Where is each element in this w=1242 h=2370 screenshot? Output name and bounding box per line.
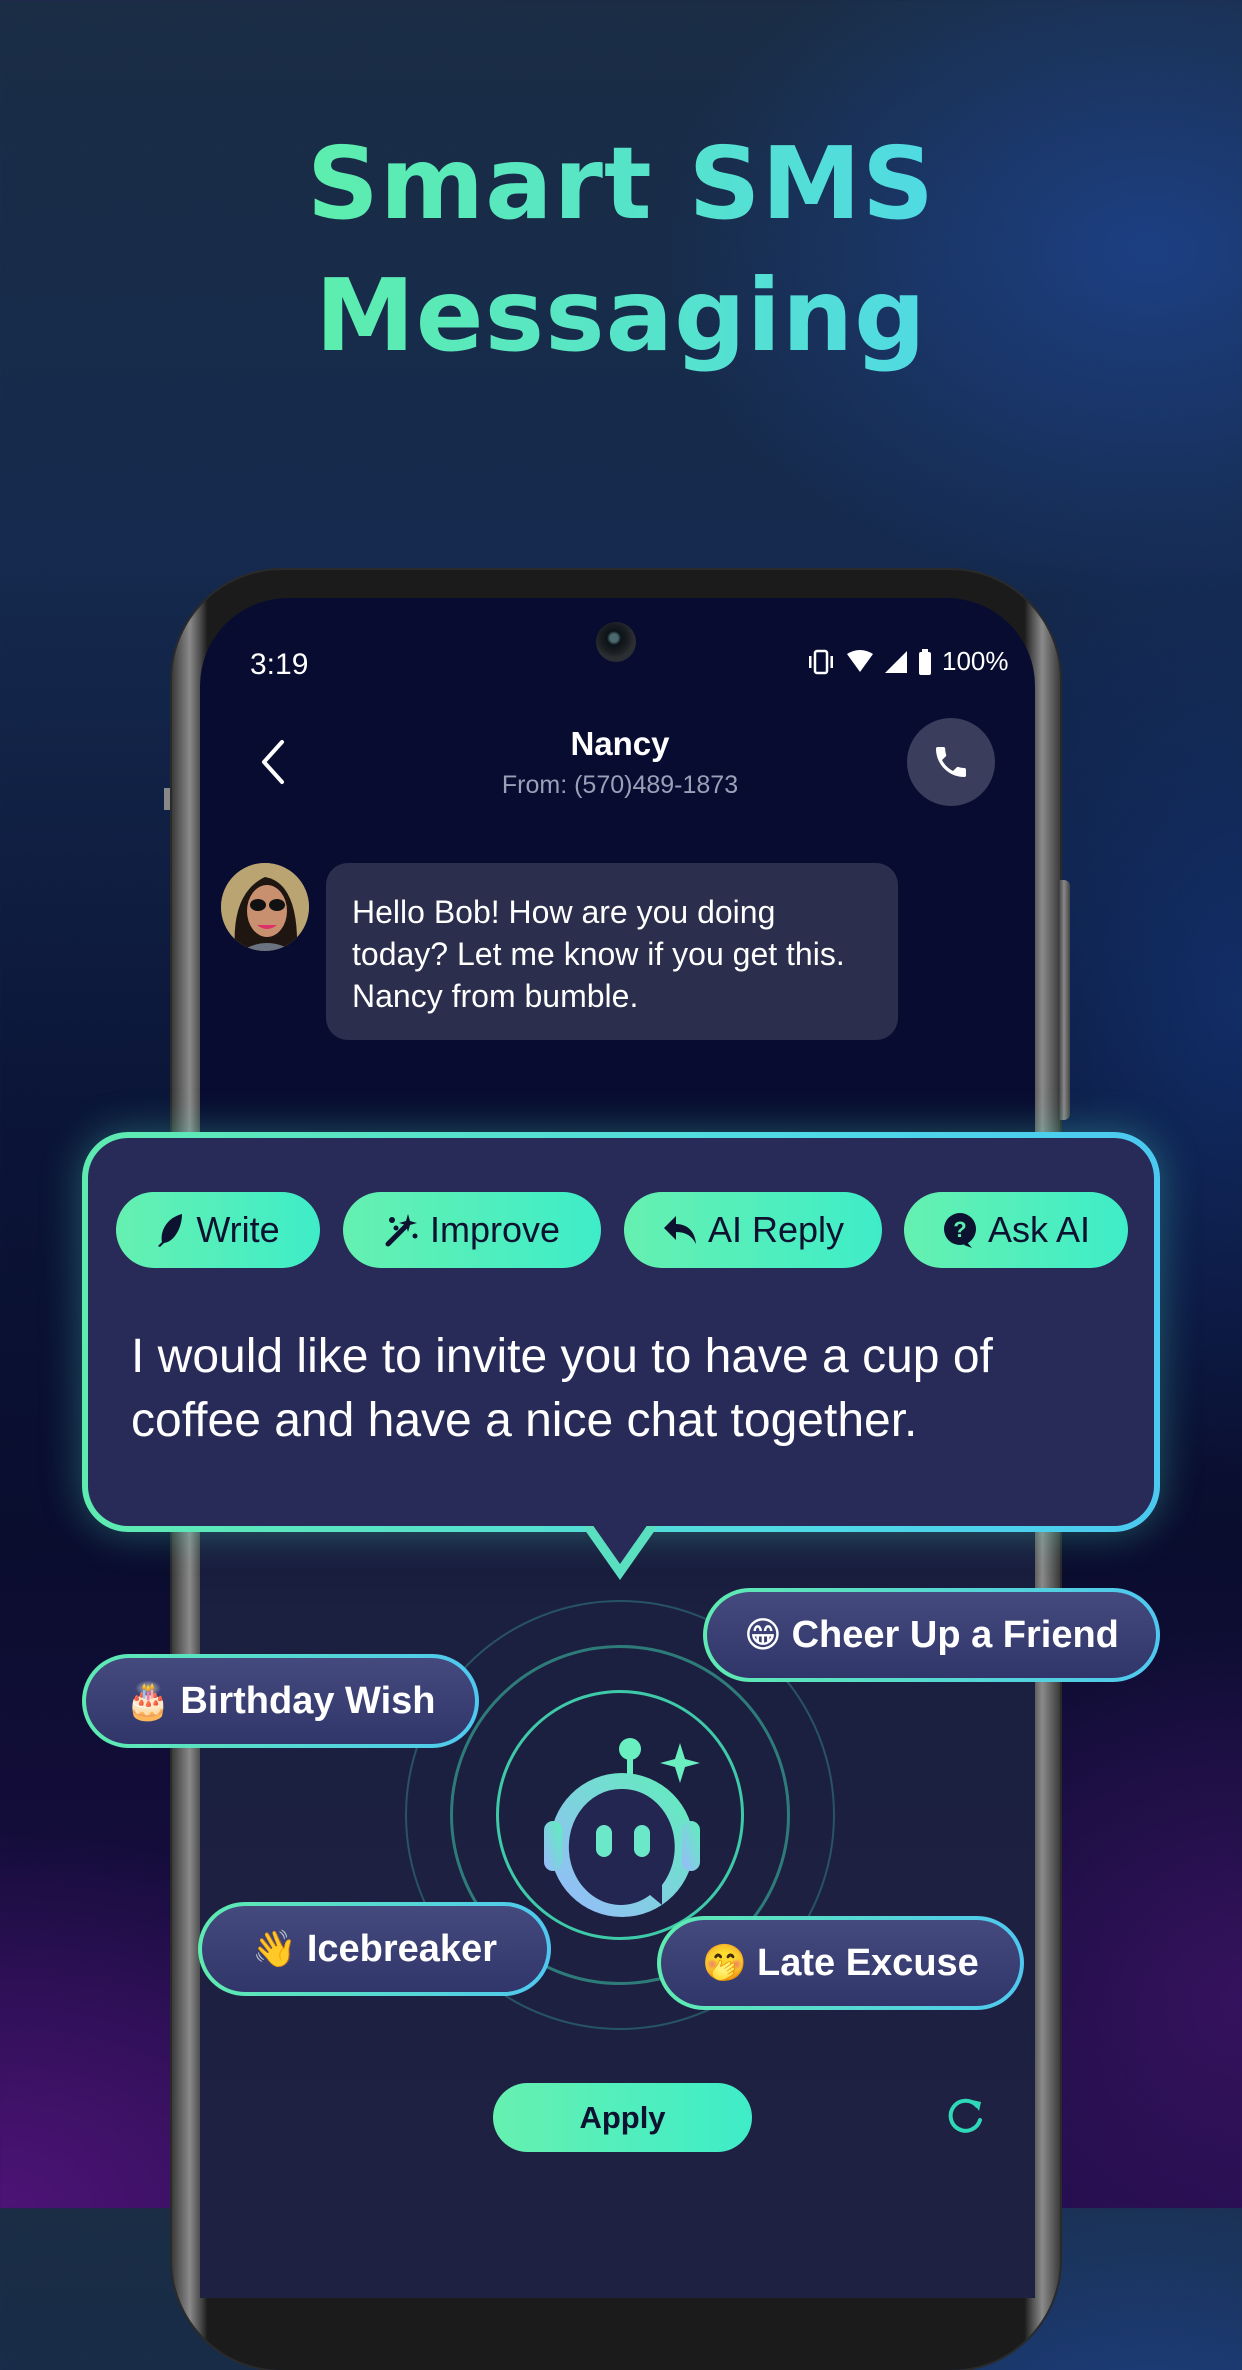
action-improve-button[interactable]: Improve: [343, 1192, 601, 1268]
incoming-message-bubble: Hello Bob! How are you doing today? Let …: [326, 863, 898, 1040]
battery-percent: 100%: [942, 646, 1009, 676]
signal-icon: [885, 650, 907, 673]
ai-robot-icon: [544, 1738, 700, 1917]
question-bubble-icon: ?: [943, 1213, 976, 1248]
panel-tail-inner: [592, 1524, 648, 1564]
suggestion-late-excuse[interactable]: 🤭 Late Excuse: [657, 1916, 1024, 2010]
suggestion-label: Cheer Up a Friend: [791, 1613, 1119, 1656]
headline-line-1: Smart SMS: [0, 118, 1242, 250]
action-label: Write: [196, 1209, 280, 1250]
battery-icon: [919, 648, 931, 675]
contact-avatar: [221, 863, 309, 951]
apply-button[interactable]: Apply: [493, 2083, 752, 2152]
refresh-icon[interactable]: [944, 2096, 988, 2140]
svg-text:?: ?: [953, 1217, 966, 1242]
waving-hand-icon: 👋: [252, 1929, 297, 1970]
vibrate-icon: [809, 649, 833, 674]
suggestion-birthday-wish[interactable]: 🎂 Birthday Wish: [82, 1654, 479, 1748]
ai-generated-text[interactable]: I would like to invite you to have a cup…: [131, 1325, 1131, 1453]
reply-icon: [663, 1216, 696, 1244]
suggestion-icebreaker[interactable]: 👋 Icebreaker: [198, 1902, 551, 1996]
suggestion-label: Icebreaker: [306, 1927, 497, 1970]
contact-name: Nancy: [570, 725, 670, 762]
birthday-cake-icon: 🎂: [125, 1681, 171, 1722]
hand-over-mouth-icon: 🤭: [702, 1943, 748, 1984]
magic-wand-icon: [385, 1214, 418, 1247]
feather-icon: [158, 1214, 183, 1247]
phone-side-button: [1058, 880, 1070, 1120]
phone-icon: [936, 747, 966, 777]
call-button[interactable]: [907, 718, 995, 806]
action-label: Ask AI: [987, 1209, 1091, 1250]
wifi-icon: [847, 649, 873, 672]
grinning-face-icon: 😁: [744, 1614, 782, 1656]
action-ai-reply-button[interactable]: AI Reply: [624, 1192, 882, 1268]
action-label: Improve: [429, 1209, 561, 1250]
suggestion-label: Birthday Wish: [180, 1679, 436, 1722]
contact-number: From: (570)489-1873: [501, 771, 739, 799]
headline-line-2: Messaging: [0, 250, 1242, 382]
avatar-portrait: [221, 863, 309, 951]
action-write-button[interactable]: Write: [116, 1192, 320, 1268]
status-time: 3:19: [250, 648, 309, 681]
action-label: AI Reply: [707, 1209, 845, 1250]
front-camera: [596, 622, 636, 662]
chevron-left-icon[interactable]: [258, 738, 288, 786]
suggestion-cheer-up-a-friend[interactable]: 😁 Cheer Up a Friend: [703, 1588, 1160, 1682]
status-icons: 100%: [806, 646, 1009, 677]
suggestion-label: Late Excuse: [757, 1941, 979, 1984]
action-ask-ai-button[interactable]: ? Ask AI: [904, 1192, 1128, 1268]
